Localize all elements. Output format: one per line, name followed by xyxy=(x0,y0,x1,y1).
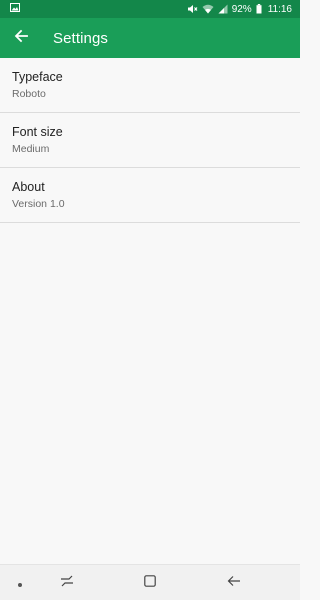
setting-font-size[interactable]: Font size Medium xyxy=(0,113,300,168)
page-title: Settings xyxy=(53,29,108,47)
status-right: 92% 11:16 xyxy=(187,4,292,15)
status-left xyxy=(10,3,20,15)
setting-about[interactable]: About Version 1.0 xyxy=(0,168,300,223)
back-icon xyxy=(227,574,241,592)
home-icon xyxy=(144,574,156,592)
image-notification-icon xyxy=(10,3,20,15)
app-bar: Settings xyxy=(0,18,300,58)
clock: 11:16 xyxy=(267,3,292,15)
status-bar: 92% 11:16 xyxy=(0,0,300,18)
setting-value: Roboto xyxy=(12,88,46,100)
signal-icon xyxy=(218,4,228,14)
mute-icon xyxy=(187,4,198,14)
battery-percent: 92% xyxy=(231,3,252,15)
setting-title: About xyxy=(12,180,45,194)
setting-title: Font size xyxy=(12,125,63,139)
battery-icon xyxy=(256,4,262,14)
setting-typeface[interactable]: Typeface Roboto xyxy=(0,58,300,113)
wifi-icon xyxy=(202,4,214,14)
home-button[interactable] xyxy=(140,565,160,600)
settings-screen: 92% 11:16 Settings Typeface Roboto Font … xyxy=(0,0,300,600)
setting-title: Typeface xyxy=(12,70,63,84)
setting-value: Medium xyxy=(12,143,50,155)
arrow-back-icon xyxy=(14,29,28,48)
setting-value: Version 1.0 xyxy=(12,198,65,210)
nav-dot-button[interactable] xyxy=(12,565,28,600)
recents-button[interactable] xyxy=(56,565,78,600)
nav-back-button[interactable] xyxy=(224,565,244,600)
back-button[interactable] xyxy=(1,18,41,58)
navigation-bar xyxy=(0,564,300,600)
recents-icon xyxy=(60,574,74,592)
settings-list: Typeface Roboto Font size Medium About V… xyxy=(0,58,300,223)
dot-icon xyxy=(18,574,22,592)
